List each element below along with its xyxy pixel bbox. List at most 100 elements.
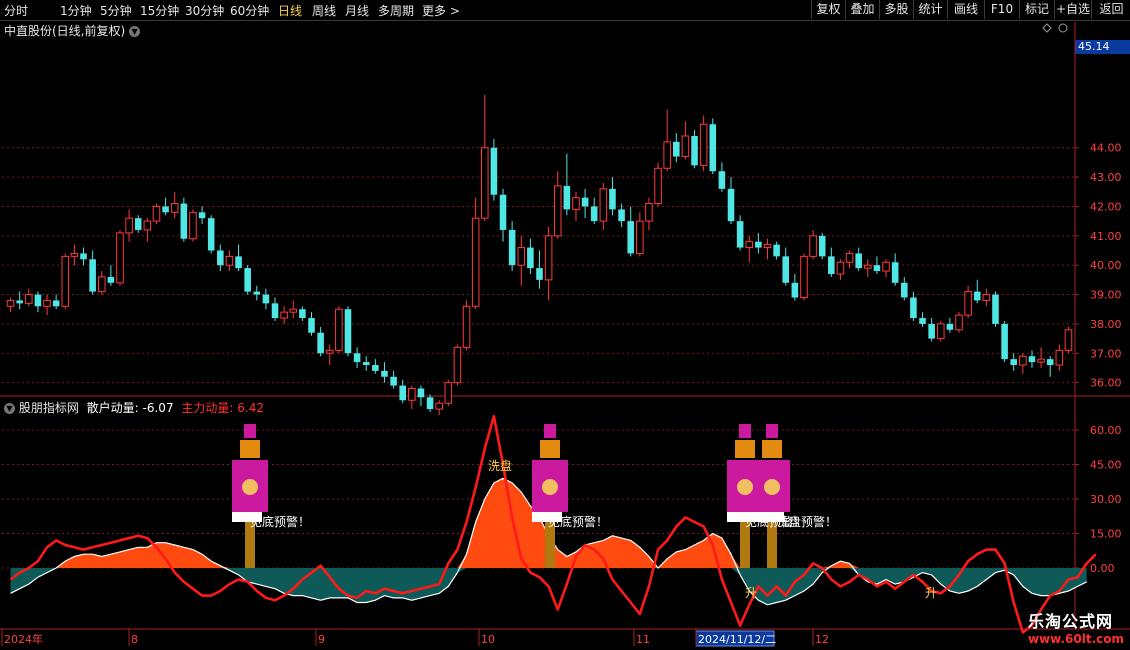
candle-body-down: [855, 253, 862, 269]
candle-body-down: [89, 259, 96, 292]
candle-body-down: [381, 370, 388, 377]
period-15min[interactable]: 15分钟: [140, 2, 179, 19]
indicator-tick-label: 45.00: [1090, 459, 1122, 472]
chevron-down-icon[interactable]: ▼: [129, 26, 141, 37]
candle-body-up: [955, 314, 963, 331]
period-multi[interactable]: 多周期: [378, 2, 414, 19]
candle-body-up: [289, 308, 298, 313]
last-price-tag: 45.14: [1075, 40, 1130, 54]
candle-body-down: [235, 256, 242, 269]
annotation-label: 升: [745, 586, 757, 600]
candle-body-up: [480, 147, 489, 219]
x-axis-highlight-box: [695, 630, 775, 647]
price-tick-label: 40.00: [1090, 259, 1122, 272]
marker-body: [532, 460, 568, 512]
marker-head: [240, 440, 260, 458]
marker-stalk: [740, 522, 750, 568]
money-bag-icon: [737, 479, 753, 495]
chevron-down-icon[interactable]: ▼: [4, 403, 15, 414]
draw-button[interactable]: 画线: [947, 0, 984, 19]
candle-body-down: [317, 332, 324, 354]
candle-body-up: [116, 232, 124, 284]
candle-body-up: [936, 323, 945, 340]
candle-body-up: [25, 294, 33, 304]
candle-body-up: [517, 247, 526, 266]
x-axis-label: 8: [131, 633, 138, 646]
candle-body-down: [590, 206, 598, 222]
candle-body-down: [910, 297, 917, 319]
candle-body-down: [1046, 359, 1054, 366]
period-5min[interactable]: 5分钟: [100, 2, 132, 19]
indicator-tick-label: 15.00: [1090, 528, 1122, 541]
price-tick-label: 37.00: [1090, 347, 1122, 360]
chart-canvas[interactable]: 36.00 37.00 38.00 39.00 40.00 41.00 42.00 43.00…: [0, 0, 1130, 650]
indicator-tick-label: 60.00: [1090, 424, 1122, 437]
main-momentum-label: 主力动量: 6.42: [181, 401, 264, 415]
back-button[interactable]: 返回: [1091, 0, 1130, 19]
money-bag-icon: [542, 479, 558, 495]
multi-stock-button[interactable]: 多股: [879, 0, 913, 19]
annotation-label: 见底预警！: [250, 514, 310, 529]
candle-body-down: [709, 124, 717, 172]
candle-body-down: [901, 282, 908, 298]
marker-stalk: [767, 522, 777, 568]
period-weekly[interactable]: 周线: [312, 2, 336, 19]
indicator-name: 股朋指标网: [18, 401, 79, 415]
candle-body-up: [882, 261, 890, 272]
period-60min[interactable]: 60分钟: [230, 2, 269, 19]
candle-body-up: [800, 255, 808, 298]
watermark-line1: 乐淘公式网: [1027, 612, 1113, 631]
candle-body-up: [864, 264, 872, 269]
candle-body-down: [691, 135, 698, 166]
stats-button[interactable]: 统计: [913, 0, 947, 19]
candle-body-up: [225, 255, 234, 266]
candle-body-up: [70, 252, 79, 257]
annotation-label: 见底预警！: [548, 514, 608, 529]
indicator-tick-label: 30.00: [1090, 493, 1122, 506]
candle-body-down: [390, 376, 397, 386]
fuquan-button[interactable]: 复权: [811, 0, 845, 19]
marker-base: [727, 512, 757, 522]
period-daily[interactable]: 日线: [278, 2, 302, 19]
candle-body-down: [1001, 323, 1008, 360]
candle-body-up: [745, 241, 754, 249]
candle-body-down: [727, 188, 735, 222]
candle-body-down: [818, 235, 826, 257]
chart-title: 中直股份(日线,前复权) ▼: [4, 22, 141, 39]
candle-body-up: [572, 197, 580, 210]
candle-body-down: [499, 194, 507, 230]
candle-body-down: [362, 362, 370, 366]
period-monthly[interactable]: 月线: [345, 2, 369, 19]
period-1min[interactable]: 1分钟: [60, 2, 92, 19]
candle-body-down: [1028, 356, 1036, 363]
x-axis-label: 11: [636, 633, 650, 646]
candle-body-down: [52, 300, 60, 307]
candle-body-up: [599, 188, 608, 222]
period-toolbar: 分时 1分钟 5分钟 15分钟 30分钟 60分钟 日线 周线 月线 多周期 更…: [0, 0, 1130, 21]
marker-hat: [739, 424, 751, 438]
marker-base: [532, 512, 562, 522]
candle-body-up: [1037, 358, 1045, 363]
candle-body-down: [426, 397, 434, 410]
main-momentum-line: [9, 414, 1097, 634]
period-fenshi[interactable]: 分时: [4, 2, 28, 19]
x-axis-label: 12: [815, 633, 829, 646]
candle-body-down: [344, 309, 352, 354]
candle-body-up: [408, 388, 416, 401]
indicator-tick-label: 0.00: [1090, 562, 1115, 575]
candle-body-down: [162, 206, 169, 213]
period-30min[interactable]: 30分钟: [185, 2, 224, 19]
candle-body-down: [828, 256, 835, 274]
f10-button[interactable]: F10: [984, 0, 1019, 19]
marker-figure-2: [532, 424, 568, 568]
candle-body-up: [763, 244, 772, 249]
period-more[interactable]: 更多 >: [422, 2, 460, 19]
marker-stalk: [545, 522, 555, 568]
mark-button[interactable]: 标记: [1019, 0, 1054, 19]
money-bag-icon: [242, 479, 258, 495]
candle-body-down: [253, 291, 261, 295]
marker-body: [727, 460, 763, 512]
add-watchlist-button[interactable]: +自选: [1054, 0, 1091, 19]
candle-body-down: [946, 323, 954, 330]
overlay-button[interactable]: 叠加: [845, 0, 879, 19]
